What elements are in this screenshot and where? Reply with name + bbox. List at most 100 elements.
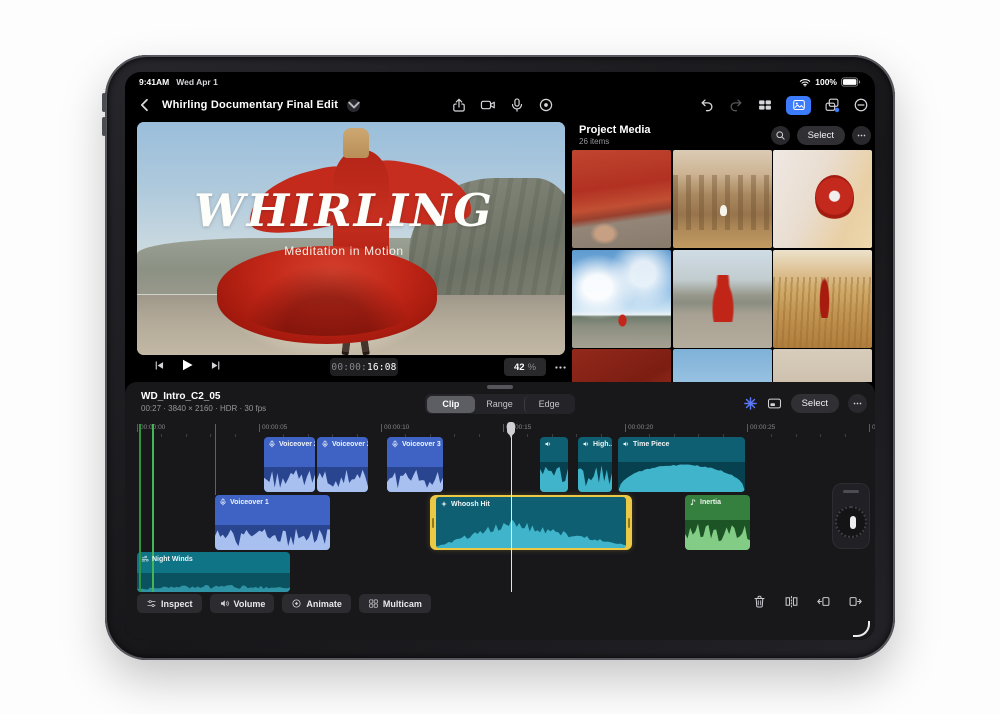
inspect-button[interactable]: Inspect	[137, 594, 202, 613]
insert-leading-icon[interactable]	[816, 594, 831, 609]
viewer-overlay-subtitle: Meditation in Motion	[137, 244, 551, 258]
timeline-panel: WD_Intro_C2_05 00:27 · 3840 × 2160 · HDR…	[125, 382, 875, 640]
insert-trailing-icon[interactable]	[848, 594, 863, 609]
timeline-clip-voiceover-3[interactable]: Voiceover 3	[387, 437, 443, 492]
jog-knob[interactable]	[850, 516, 856, 529]
multiview-icon[interactable]	[757, 97, 773, 113]
blade-split-icon[interactable]	[784, 594, 799, 609]
timeline-clip-voiceover-2[interactable]: Voiceover 2	[317, 437, 368, 492]
wind-icon	[141, 555, 149, 563]
media-thumbnail-dervish-arms-up[interactable]	[673, 250, 772, 348]
media-thumbnail-sand[interactable]	[773, 349, 872, 382]
mode-edge[interactable]: Edge	[524, 396, 574, 413]
media-thumbnail-red-fabric[interactable]	[572, 349, 671, 382]
battery-percent: 100%	[815, 77, 837, 87]
timeline-select-button[interactable]: Select	[791, 394, 839, 413]
zoom-value: 42	[514, 362, 525, 373]
pip-icon[interactable]	[767, 396, 782, 411]
remove-icon[interactable]	[853, 97, 869, 113]
timeline-more-icon[interactable]	[848, 394, 867, 413]
jog-dial[interactable]	[835, 506, 867, 538]
media-thumbnail-sky[interactable]	[673, 349, 772, 382]
volume-down-button	[102, 117, 106, 136]
media-browser-icon[interactable]	[786, 96, 811, 115]
ruler-label: 00:00:10	[381, 424, 409, 432]
share-icon[interactable]	[451, 97, 467, 113]
inspect-icon	[146, 598, 157, 609]
ruler-label: 00:00:05	[259, 424, 287, 432]
media-more-icon[interactable]	[852, 126, 871, 145]
multicam-button[interactable]: Multicam	[359, 594, 431, 613]
tool-label: Inspect	[161, 599, 193, 609]
volume-up-button	[102, 93, 106, 112]
timecode-display[interactable]: 00:00:16:08	[330, 358, 398, 376]
timeline-clip-voiceover-1[interactable]: Voiceover 1	[215, 495, 330, 550]
timeline-clip-meta: 00:27 · 3840 × 2160 · HDR · 30 fps	[141, 404, 266, 413]
note-icon	[689, 498, 697, 506]
play-button[interactable]	[179, 357, 195, 378]
timeline-clip-time-piece[interactable]: Time Piece	[618, 437, 745, 492]
delete-clip-icon[interactable]	[752, 594, 767, 609]
media-thumbnail-dervish-red-closeup[interactable]	[572, 150, 671, 248]
status-date: Wed Apr 1	[176, 77, 218, 87]
timeline-clip-untitled[interactable]	[540, 437, 568, 492]
zoom-level-control[interactable]: 42%	[504, 358, 546, 376]
transport-bar: 00:00:16:08 42%	[137, 356, 565, 380]
jog-grip[interactable]	[843, 490, 859, 493]
media-item-count: 26 items	[579, 137, 609, 146]
clip-name-label: Inertia	[700, 499, 721, 506]
previous-frame-button[interactable]	[153, 359, 166, 377]
timeline-drag-handle[interactable]	[487, 385, 513, 389]
mic-icon	[268, 440, 276, 448]
mode-clip[interactable]: Clip	[427, 396, 476, 413]
search-icon[interactable]	[771, 126, 790, 145]
burst-icon	[440, 500, 448, 508]
timeline-clip-voiceover-2[interactable]: Voiceover 2	[264, 437, 315, 492]
tool-label: Multicam	[383, 599, 422, 609]
page-background: 9:41AM Wed Apr 1 100% Whirling Documenta…	[0, 0, 1000, 714]
clip-name-label: Voiceover 1	[230, 499, 269, 506]
project-media-panel: Project Media 26 items Select	[570, 122, 875, 382]
timeline-ruler[interactable]: 00:00:0000:00:0500:00:1000:00:1500:00:20…	[125, 422, 875, 437]
back-icon[interactable]	[137, 97, 153, 113]
mic-icon	[391, 440, 399, 448]
viewer-more-icon[interactable]	[553, 360, 568, 380]
timeline-clip-whoosh-hit[interactable]: Whoosh Hit	[430, 495, 632, 550]
volume-icon	[219, 598, 230, 609]
volume-button[interactable]: Volume	[210, 594, 275, 613]
mic-icon[interactable]	[509, 97, 525, 113]
playhead-handle[interactable]	[507, 422, 515, 435]
camera-icon[interactable]	[480, 97, 496, 113]
mode-range[interactable]: Range	[475, 396, 524, 413]
media-thumbnail-sky-clouds-dervish[interactable]	[572, 250, 671, 348]
next-frame-button[interactable]	[209, 359, 222, 377]
record-icon[interactable]	[538, 97, 554, 113]
media-thumbnail-desert-spires[interactable]	[673, 150, 772, 248]
ruler-label: 00:00:25	[747, 424, 775, 432]
project-title[interactable]: Whirling Documentary Final Edit	[162, 99, 338, 111]
playhead-line[interactable]	[511, 422, 512, 592]
wifi-icon	[799, 78, 811, 87]
ruler-label: 00:00:30	[869, 424, 875, 432]
ipad-screen: 9:41AM Wed Apr 1 100% Whirling Documenta…	[125, 72, 875, 640]
mic-icon	[321, 440, 329, 448]
timeline-clip-night-winds[interactable]: Night Winds	[137, 552, 290, 592]
status-bar: 9:41AM Wed Apr 1 100%	[125, 72, 875, 90]
undo-icon[interactable]	[699, 97, 715, 113]
timeline-clip-name: WD_Intro_C2_05	[141, 391, 220, 402]
animate-button[interactable]: Animate	[282, 594, 351, 613]
media-thumbnail-aerial-dervish[interactable]	[773, 150, 872, 248]
jog-wheel[interactable]	[833, 484, 869, 548]
media-select-button[interactable]: Select	[797, 126, 845, 145]
clip-name-label: Whoosh Hit	[451, 501, 490, 508]
asterisk-icon[interactable]	[743, 396, 758, 411]
clip-name-label: Night Winds	[152, 556, 193, 563]
mic-icon	[219, 498, 227, 506]
timeline-clip-high-[interactable]: High…	[578, 437, 612, 492]
media-thumbnail-golden-reeds[interactable]	[773, 250, 872, 348]
title-dropdown-button[interactable]	[347, 99, 360, 112]
import-media-icon[interactable]	[824, 97, 840, 113]
timeline-clip-inertia[interactable]: Inertia	[685, 495, 750, 550]
clip-edge-line	[215, 424, 216, 495]
chevron-down-icon	[346, 97, 362, 113]
